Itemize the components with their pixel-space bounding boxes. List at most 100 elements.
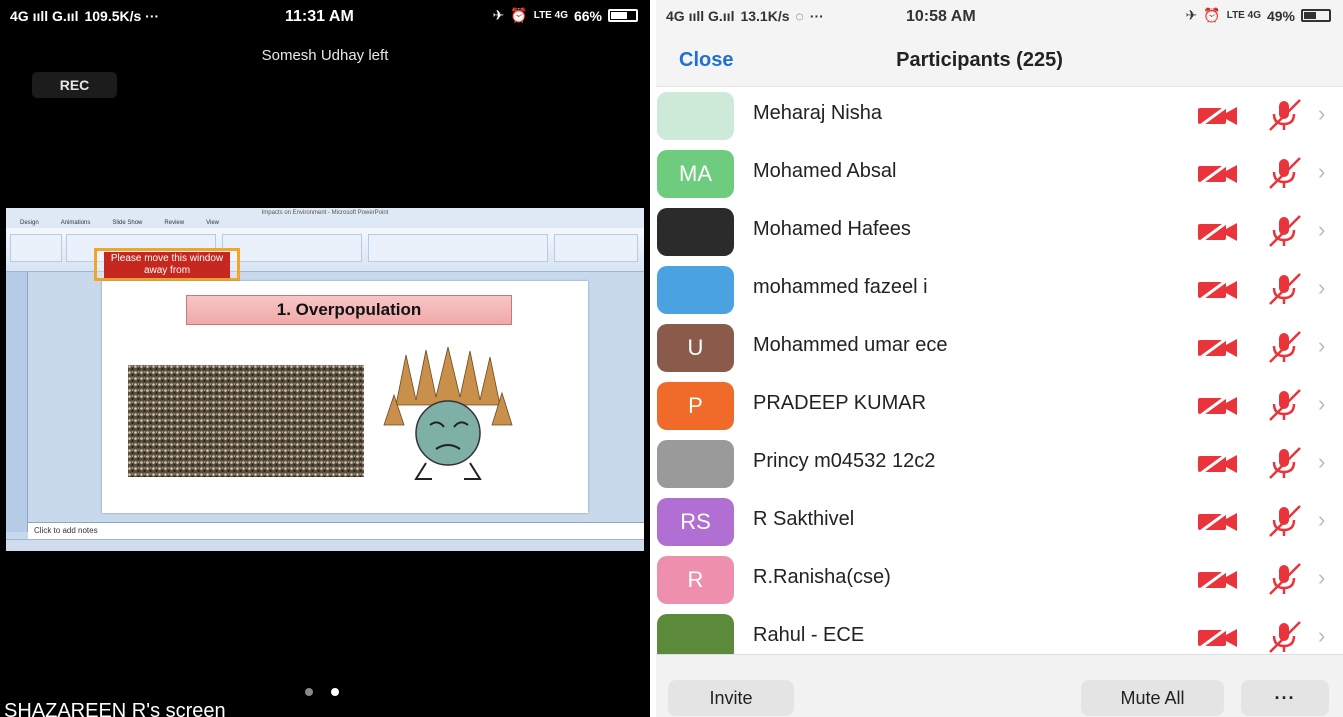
mic-off-icon [1269, 331, 1301, 363]
overpopulation-cartoon [383, 346, 513, 480]
mic-off-icon [1269, 389, 1301, 421]
participant-row[interactable]: Rahul - ECE › [656, 609, 1343, 654]
participant-row[interactable]: U Mohammed umar ece › [656, 319, 1343, 377]
signal-indicator: 4G ııll G.ııl [666, 8, 735, 24]
video-off-icon [1198, 509, 1237, 533]
slide: 1. Overpopulation [102, 281, 588, 513]
chevron-right-icon[interactable]: › [1318, 565, 1325, 591]
ppt-slide-panel [6, 272, 28, 532]
video-off-icon [1198, 335, 1237, 359]
ppt-window-title: Impacts on Environment - Microsoft Power… [6, 208, 644, 218]
video-off-icon [1198, 219, 1237, 243]
ppt-tab: Animations [60, 220, 91, 226]
participant-name: mohammed fazeel i [753, 276, 928, 298]
participant-name: R Sakthivel [753, 508, 855, 530]
battery-percent: 49% [1266, 7, 1295, 24]
volte-icon: LTE 4G [1226, 10, 1261, 21]
avatar: MA [657, 150, 734, 198]
ppt-ribbon-tabs: Design Animations Slide Show Review View [6, 218, 644, 228]
participant-row[interactable]: Mohamed Hafees › [656, 203, 1343, 261]
right-phone-screen: 4G ııll G.ııl 13.1K/s ◌ ··· 10:58 AM ✈ ⏰… [656, 0, 1343, 717]
left-status-bar: 4G ııll G.ııl 109.5K/s ··· 11:31 AM ✈ ⏰ … [0, 0, 650, 32]
participant-row[interactable]: P PRADEEP KUMAR › [656, 377, 1343, 435]
alarm-icon: ⏰ [510, 7, 528, 23]
shared-screen[interactable]: Impacts on Environment - Microsoft Power… [6, 208, 644, 551]
ppt-tab: Slide Show [112, 220, 143, 226]
chevron-right-icon[interactable]: › [1318, 391, 1325, 417]
crowd-image [128, 365, 364, 477]
video-off-icon [1198, 451, 1237, 475]
video-off-icon [1198, 161, 1237, 185]
participant-left-toast: Somesh Udhay left [261, 47, 389, 64]
alarm-icon: ⏰ [1203, 7, 1221, 23]
mic-off-icon [1269, 447, 1301, 479]
mute-all-button[interactable]: Mute All [1081, 680, 1224, 716]
share-warning-text: Please move this window away from [104, 252, 230, 278]
video-off-icon [1198, 625, 1237, 649]
battery-icon [608, 9, 638, 22]
avatar: P [657, 382, 734, 430]
participant-row[interactable]: Meharaj Nisha › [656, 87, 1343, 145]
video-off-icon [1198, 103, 1237, 127]
participant-name: Mohamed Absal [753, 160, 897, 182]
participant-name: Princy m04532 12c2 [753, 450, 936, 472]
chevron-right-icon[interactable]: › [1318, 217, 1325, 243]
volte-icon: LTE 4G [533, 10, 568, 21]
avatar [657, 440, 734, 488]
participant-list[interactable]: Meharaj Nisha › MA Mohamed Absal › Mohamed Ha… [656, 87, 1343, 654]
participant-name: PRADEEP KUMAR [753, 392, 927, 414]
avatar [657, 266, 734, 314]
participant-row[interactable]: MA Mohamed Absal › [656, 145, 1343, 203]
chevron-right-icon[interactable]: › [1318, 507, 1325, 533]
bottom-toolbar: Invite Mute All ··· [656, 654, 1343, 717]
more-notifications-icon: ··· [809, 8, 824, 24]
chevron-right-icon[interactable]: › [1318, 449, 1325, 475]
avatar: RS [657, 498, 734, 546]
recording-indicator[interactable]: REC [32, 72, 117, 98]
avatar: U [657, 324, 734, 372]
mic-off-icon [1269, 215, 1301, 247]
participant-name: Rahul - ECE [753, 624, 865, 646]
avatar: R [657, 556, 734, 604]
screen-owner-label: SHAZAREEN R's screen [4, 700, 226, 717]
video-off-icon [1198, 393, 1237, 417]
ppt-tab: Review [164, 220, 185, 226]
avatar [657, 92, 734, 140]
ppt-tab: View [206, 220, 219, 226]
mic-off-icon [1269, 505, 1301, 537]
network-speed: 109.5K/s ··· [84, 8, 160, 24]
avatar [657, 208, 734, 256]
network-speed: 13.1K/s [740, 8, 790, 24]
participants-header: Close Participants (225) [656, 32, 1343, 87]
participant-row[interactable]: Princy m04532 12c2 › [656, 435, 1343, 493]
left-phone-screen: 4G ııll G.ııl 109.5K/s ··· 11:31 AM ✈ ⏰ … [0, 0, 650, 717]
participant-row[interactable]: RS R Sakthivel › [656, 493, 1343, 551]
chevron-right-icon[interactable]: › [1318, 333, 1325, 359]
chevron-right-icon[interactable]: › [1318, 101, 1325, 127]
more-options-button[interactable]: ··· [1241, 680, 1329, 716]
avatar [657, 614, 734, 654]
mic-off-icon [1269, 157, 1301, 189]
page-dot-inactive [305, 688, 313, 696]
mic-off-icon [1269, 621, 1301, 653]
chevron-right-icon[interactable]: › [1318, 623, 1325, 649]
participant-name: R.Ranisha(cse) [753, 566, 891, 588]
signal-indicator: 4G ııll G.ııl [10, 8, 79, 24]
battery-percent: 66% [573, 7, 602, 24]
invite-button[interactable]: Invite [668, 680, 794, 716]
ppt-status-bar [6, 539, 644, 551]
battery-icon [1301, 9, 1331, 22]
ppt-tab: Design [20, 220, 39, 226]
participant-row[interactable]: R R.Ranisha(cse) › [656, 551, 1343, 609]
status-time: 11:31 AM [285, 8, 354, 25]
mic-off-icon [1269, 99, 1301, 131]
participant-name: Meharaj Nisha [753, 102, 882, 124]
chevron-right-icon[interactable]: › [1318, 159, 1325, 185]
participant-name: Mohammed umar ece [753, 334, 948, 356]
page-indicator [305, 688, 339, 696]
right-status-bar: 4G ııll G.ııl 13.1K/s ◌ ··· 10:58 AM ✈ ⏰… [656, 0, 1343, 32]
video-off-icon [1198, 277, 1237, 301]
participants-title: Participants (225) [896, 49, 1063, 71]
chevron-right-icon[interactable]: › [1318, 275, 1325, 301]
participant-row[interactable]: mohammed fazeel i › [656, 261, 1343, 319]
